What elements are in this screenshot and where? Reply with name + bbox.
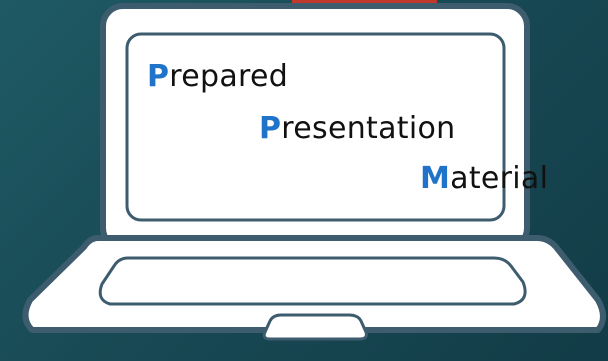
- screen-word-prepared: Prepared: [147, 62, 288, 92]
- screen-word-rest: aterial: [450, 161, 549, 196]
- screen-word-initial: P: [147, 59, 170, 94]
- laptop-keyboard: [98, 256, 527, 306]
- screen-word-rest: resentation: [281, 111, 456, 146]
- screen-word-material: Material: [420, 164, 548, 194]
- laptop-trackpad: [262, 313, 368, 341]
- screen-word-initial: M: [420, 161, 451, 196]
- screen-word-rest: repared: [169, 59, 289, 94]
- screen-word-presentation: Presentation: [259, 114, 455, 144]
- screen-word-initial: P: [259, 111, 282, 146]
- slide: Prepared Presentation Material: [0, 0, 608, 361]
